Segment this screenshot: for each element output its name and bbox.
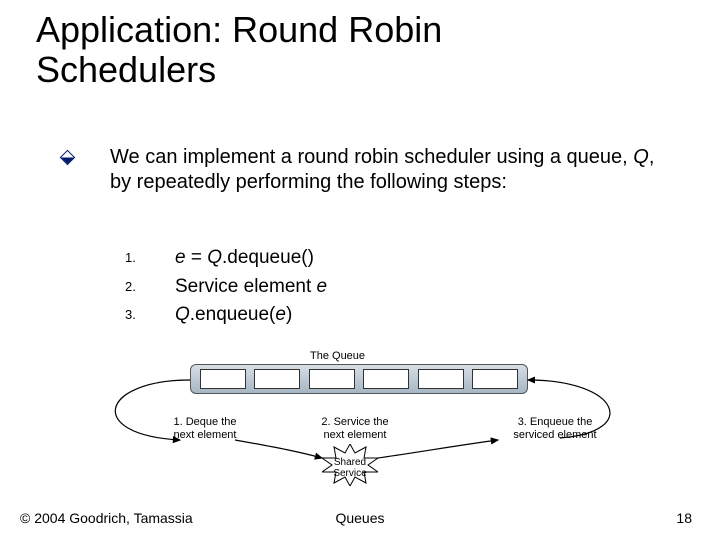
queue-box: [190, 364, 528, 394]
queue-cell: [309, 369, 355, 389]
queue-cell: [363, 369, 409, 389]
step-3: 3. Q.enqueue(e): [125, 301, 327, 330]
intro-q: Q: [633, 146, 649, 168]
footer-page-number: 18: [676, 510, 692, 526]
caption-2: 2. Service the next element: [315, 416, 395, 441]
caption-3: 3. Enqueue the serviced element: [510, 416, 600, 441]
queue-cell: [472, 369, 518, 389]
step-num-1: 1.: [125, 244, 175, 273]
caption-1: 1. Deque the next element: [165, 416, 245, 441]
step2-pre: Service element: [175, 276, 317, 297]
queue-cell: [418, 369, 464, 389]
step1-e: e: [175, 247, 186, 268]
step3-Q: Q: [175, 304, 190, 325]
steps-list: 1. e = Q.dequeue() 2. Service element e …: [125, 244, 327, 330]
diagram: The Queue 1. Deque the next e: [0, 340, 720, 490]
step2-e: e: [317, 276, 328, 297]
step1-Q: Q: [207, 247, 222, 268]
step1-eq: =: [186, 247, 208, 268]
intro-pre: We can implement a round robin scheduler…: [110, 146, 633, 168]
step-num-3: 3.: [125, 301, 175, 330]
footer-center: Queues: [0, 510, 720, 526]
step1-rest: .dequeue(): [222, 247, 314, 268]
shared-service-label: Shared Service: [320, 457, 380, 479]
step-1: 1. e = Q.dequeue(): [125, 244, 327, 273]
slide-title: Application: Round Robin Schedulers: [36, 10, 686, 89]
queue-cell: [254, 369, 300, 389]
step-num-2: 2.: [125, 273, 175, 302]
step3-mid: .enqueue(: [190, 304, 276, 325]
slide: Application: Round Robin Schedulers We c…: [0, 0, 720, 540]
queue-label: The Queue: [310, 350, 365, 362]
step-2: 2. Service element e: [125, 273, 327, 302]
step3-end: ): [286, 304, 292, 325]
step3-e: e: [275, 304, 286, 325]
queue-cell: [200, 369, 246, 389]
intro-paragraph: We can implement a round robin scheduler…: [62, 145, 662, 195]
